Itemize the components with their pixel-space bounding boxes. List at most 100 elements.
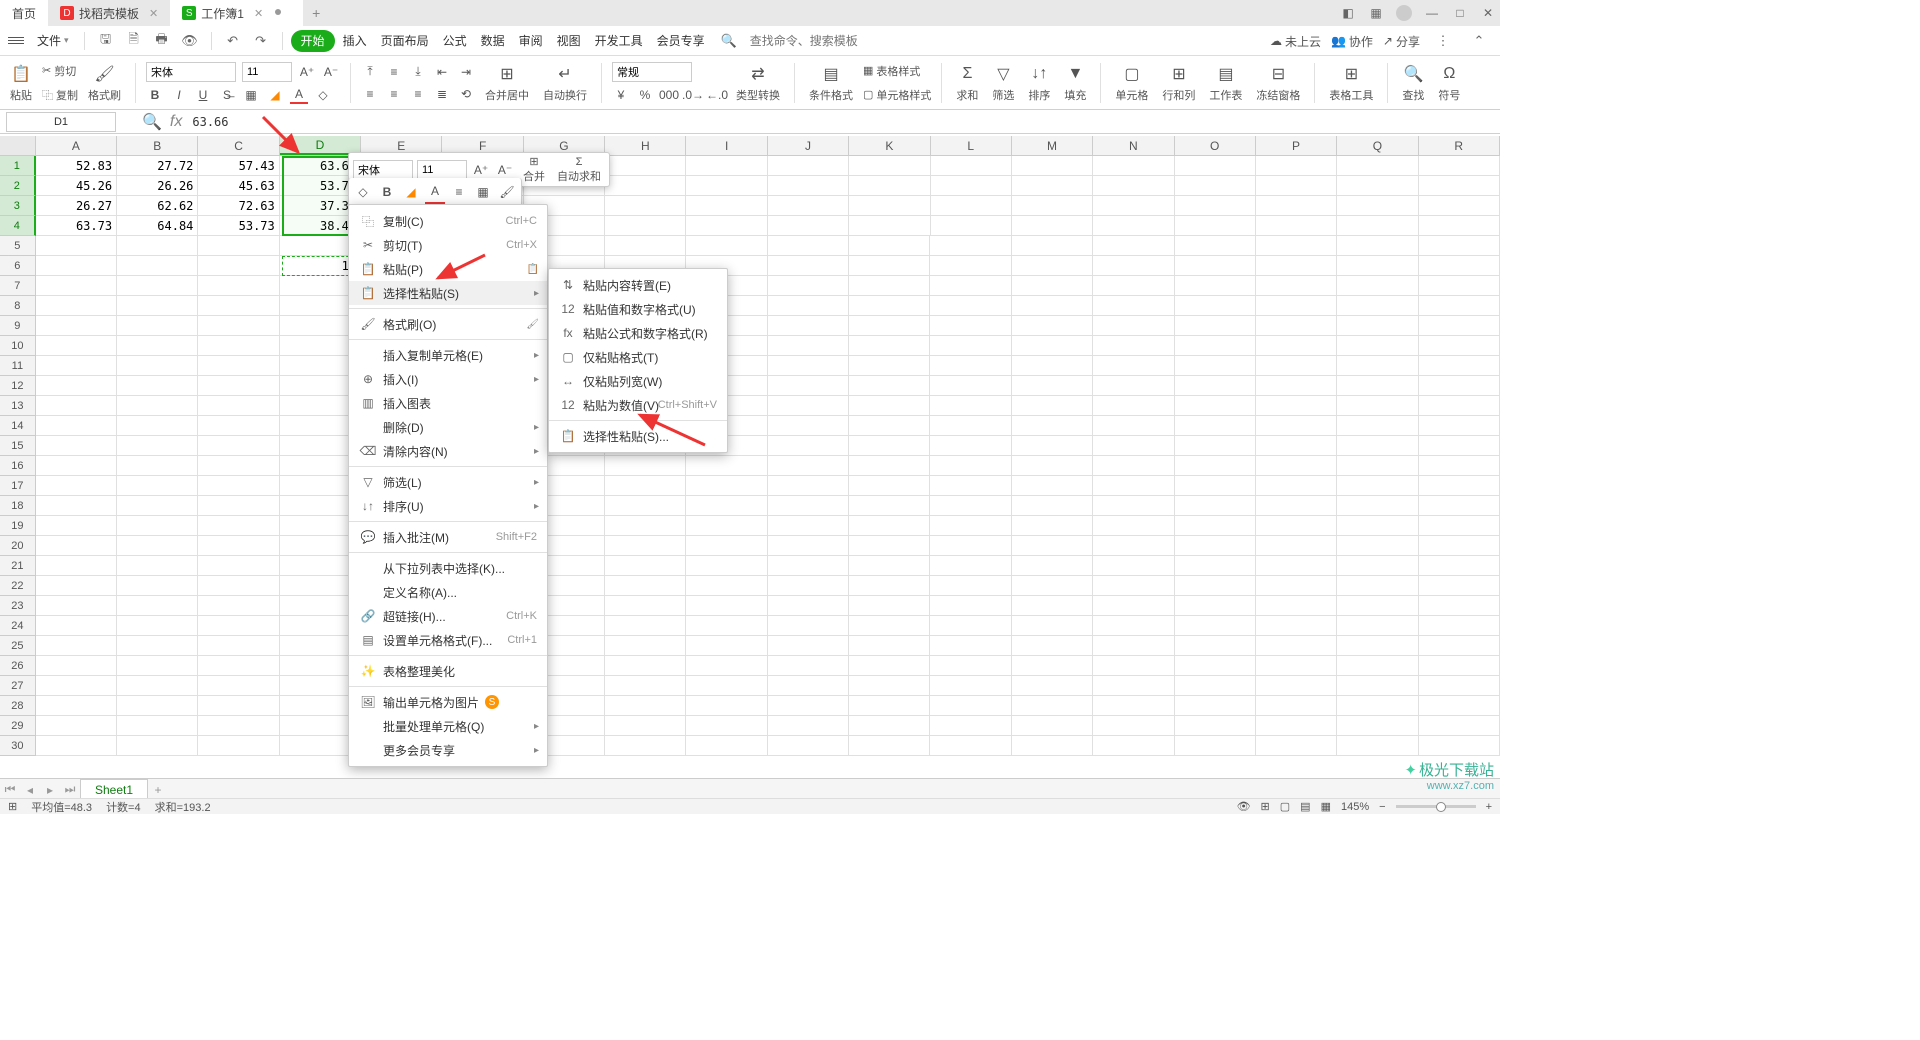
cell[interactable] (686, 516, 767, 536)
sum-button[interactable]: Σ求和 (952, 59, 982, 107)
cell[interactable] (686, 456, 767, 476)
cell[interactable] (930, 616, 1011, 636)
cell[interactable] (1256, 496, 1337, 516)
cell[interactable] (36, 676, 117, 696)
cell[interactable] (198, 556, 279, 576)
saveas-icon[interactable]: 🗎 (126, 33, 142, 49)
cell[interactable] (849, 556, 930, 576)
row-header[interactable]: 8 (0, 296, 36, 316)
cell[interactable] (686, 476, 767, 496)
cell[interactable] (931, 176, 1012, 196)
comma-icon[interactable]: 000 (660, 86, 678, 104)
mode-icon[interactable]: ⊞ (8, 800, 17, 813)
tab-workbook[interactable]: S 工作簿1 ✕ (170, 0, 303, 26)
percent-icon[interactable]: % (636, 86, 654, 104)
sub-asval[interactable]: 12粘贴为数值(V)Ctrl+Shift+V (549, 393, 727, 417)
cell[interactable] (198, 316, 279, 336)
cell[interactable] (1419, 716, 1500, 736)
cell[interactable] (1093, 296, 1174, 316)
cell[interactable] (36, 436, 117, 456)
cell[interactable] (36, 736, 117, 756)
row-header[interactable]: 24 (0, 616, 36, 636)
cell[interactable] (768, 696, 849, 716)
ctx-defname[interactable]: 定义名称(A)... (349, 580, 547, 604)
cell[interactable] (849, 356, 930, 376)
cloud-status[interactable]: ☁未上云 (1270, 33, 1321, 50)
fill-color-icon[interactable]: ◢ (401, 180, 421, 204)
cell[interactable] (1256, 516, 1337, 536)
cell[interactable] (117, 396, 198, 416)
cell[interactable] (198, 736, 279, 756)
cell[interactable] (849, 176, 930, 196)
cell[interactable] (1093, 316, 1174, 336)
cell[interactable] (1337, 496, 1418, 516)
cell[interactable] (930, 676, 1011, 696)
cell[interactable] (1337, 716, 1418, 736)
cell[interactable] (768, 516, 849, 536)
cell[interactable] (1419, 556, 1500, 576)
menu-formula[interactable]: 公式 (437, 30, 473, 52)
cell[interactable] (1012, 676, 1093, 696)
cell[interactable] (1012, 616, 1093, 636)
bold-icon[interactable]: B (146, 86, 164, 104)
ctx-paste-special[interactable]: 📋选择性粘贴(S)▸ (349, 281, 547, 305)
cell[interactable] (849, 296, 930, 316)
cell[interactable] (1256, 416, 1337, 436)
format-brush-icon[interactable]: 🖌 (497, 180, 517, 204)
dec-dec-icon[interactable]: ←.0 (708, 86, 726, 104)
cell[interactable] (605, 156, 686, 176)
cell[interactable] (1419, 256, 1500, 276)
cell[interactable] (36, 576, 117, 596)
cell[interactable] (1093, 376, 1174, 396)
cell[interactable] (849, 616, 930, 636)
cell[interactable] (849, 516, 930, 536)
cell[interactable] (1093, 336, 1174, 356)
cell[interactable] (1175, 456, 1256, 476)
cell[interactable] (1093, 636, 1174, 656)
col-R[interactable]: R (1419, 136, 1500, 155)
cell[interactable] (1175, 696, 1256, 716)
cell[interactable] (1012, 416, 1093, 436)
cell[interactable] (36, 476, 117, 496)
cell[interactable] (1175, 616, 1256, 636)
cell[interactable] (930, 596, 1011, 616)
cell[interactable] (849, 736, 930, 756)
cell[interactable] (686, 676, 767, 696)
cell[interactable] (1419, 476, 1500, 496)
cell[interactable] (1175, 416, 1256, 436)
row-header[interactable]: 25 (0, 636, 36, 656)
cell[interactable] (1256, 456, 1337, 476)
sub-special[interactable]: 📋选择性粘贴(S)... (549, 424, 727, 448)
symbol-button[interactable]: Ω符号 (1434, 59, 1464, 107)
cell[interactable] (1175, 716, 1256, 736)
cell[interactable] (930, 296, 1011, 316)
cell[interactable] (1175, 196, 1256, 216)
cell[interactable] (768, 236, 849, 256)
row-header[interactable]: 27 (0, 676, 36, 696)
cell[interactable] (1256, 176, 1337, 196)
cell[interactable] (198, 676, 279, 696)
cell[interactable] (849, 676, 930, 696)
print-icon[interactable]: 🖶 (154, 33, 170, 49)
col-J[interactable]: J (768, 136, 849, 155)
zoom-out-icon[interactable]: − (1379, 801, 1385, 813)
col-C[interactable]: C (198, 136, 279, 155)
cell[interactable] (1337, 436, 1418, 456)
cell[interactable] (117, 516, 198, 536)
cell[interactable] (849, 536, 930, 556)
fill-button[interactable]: ▼填充 (1060, 59, 1090, 107)
cell[interactable] (1012, 356, 1093, 376)
cell[interactable] (1256, 256, 1337, 276)
cell[interactable] (605, 196, 686, 216)
menu-data[interactable]: 数据 (475, 30, 511, 52)
user-icon[interactable] (1396, 5, 1412, 21)
col-A[interactable]: A (36, 136, 117, 155)
cell[interactable] (1419, 736, 1500, 756)
cell[interactable] (1419, 416, 1500, 436)
cell[interactable] (1175, 556, 1256, 576)
cell[interactable] (768, 616, 849, 636)
cell[interactable]: 45.63 (198, 176, 279, 196)
cell[interactable] (117, 276, 198, 296)
cell[interactable] (605, 456, 686, 476)
cell[interactable] (198, 236, 279, 256)
